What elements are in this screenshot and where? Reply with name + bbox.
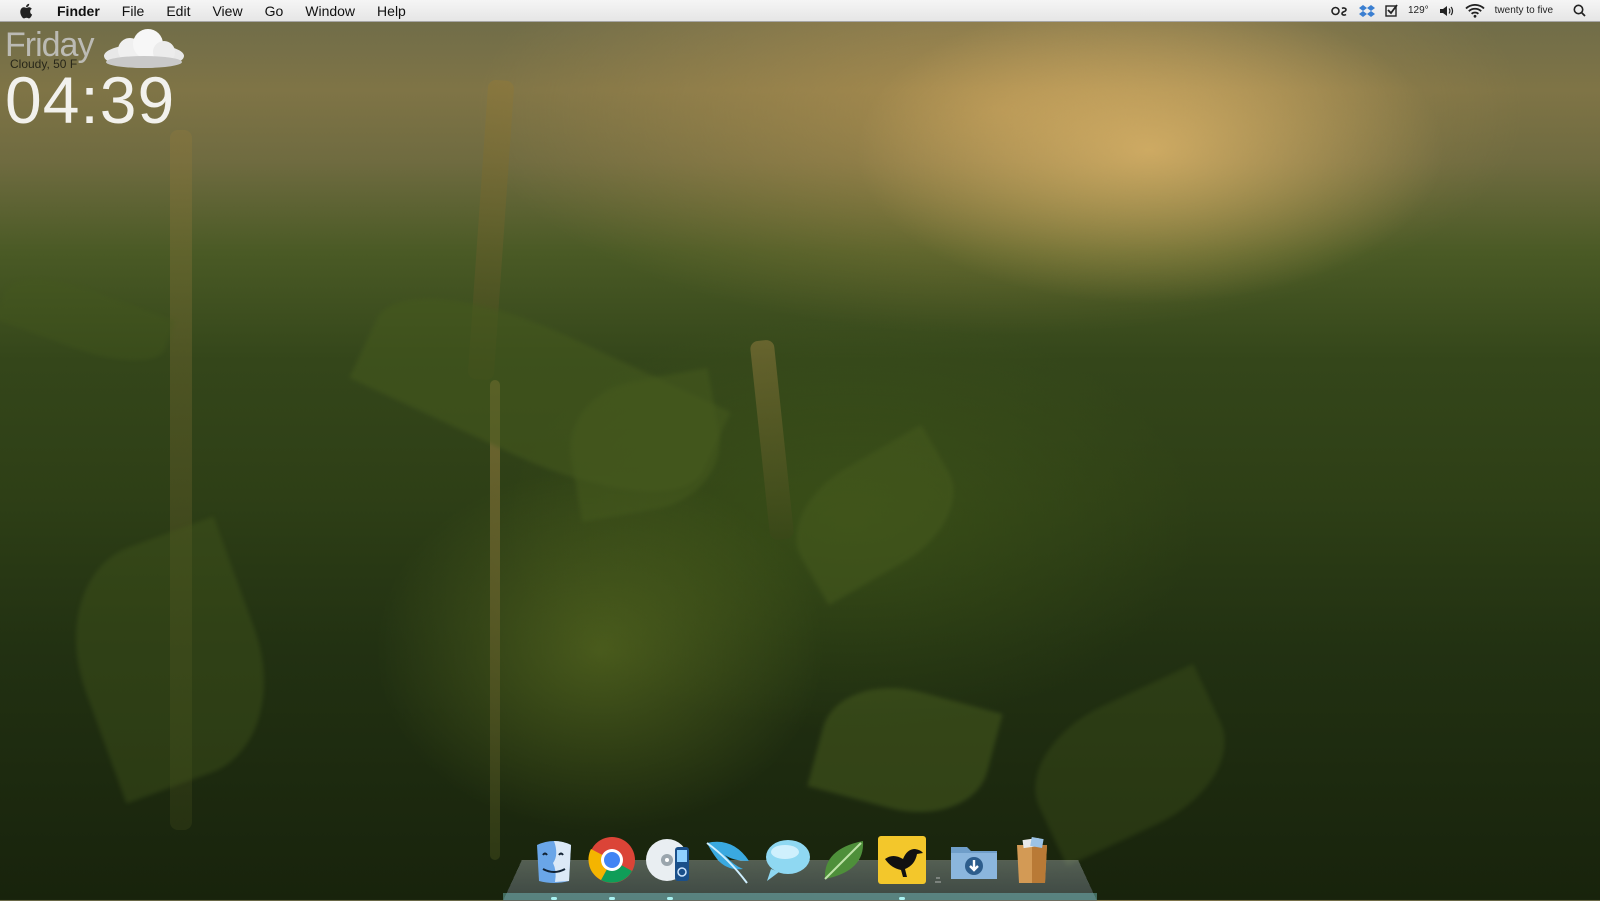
feather-icon	[703, 835, 753, 890]
dock-messages[interactable]	[760, 836, 812, 888]
dock-finder[interactable]	[528, 835, 580, 900]
dock-bird-app[interactable]	[876, 835, 928, 900]
dock-downloads[interactable]	[948, 836, 1000, 888]
dock-trash[interactable]	[1006, 836, 1058, 888]
dock-chrome[interactable]	[586, 835, 638, 900]
widget-time: 04:39	[5, 63, 176, 137]
menu-edit[interactable]: Edit	[155, 0, 201, 22]
leaf-icon	[819, 835, 869, 890]
wifi-icon[interactable]	[1465, 0, 1485, 22]
finder-icon	[529, 835, 579, 890]
dock-feather-app[interactable]	[702, 836, 754, 888]
temperature-readout[interactable]: 129°	[1408, 0, 1429, 22]
downloads-folder-icon	[949, 835, 999, 890]
menu-bar: Finder File Edit View Go Window Help 129…	[0, 0, 1600, 22]
menu-view[interactable]: View	[201, 0, 253, 22]
spotlight-search-icon[interactable]	[1573, 0, 1586, 22]
dock-shelf	[503, 893, 1097, 900]
weather-clock-widget: Friday Cloudy, 50 F 04:39	[5, 26, 205, 137]
menu-go[interactable]: Go	[254, 0, 295, 22]
dock	[528, 828, 1058, 900]
trash-icon	[1007, 835, 1057, 890]
chrome-icon	[587, 835, 637, 890]
dropbox-icon[interactable]	[1358, 0, 1375, 22]
messages-bubble-icon	[761, 835, 811, 890]
bird-icon	[877, 835, 927, 890]
menu-window[interactable]: Window	[294, 0, 366, 22]
menu-help[interactable]: Help	[366, 0, 417, 22]
checklist-icon[interactable]	[1385, 0, 1398, 22]
volume-icon[interactable]	[1439, 0, 1455, 22]
apple-menu-icon[interactable]	[16, 3, 36, 19]
status-area: 129° twenty to five	[1331, 0, 1600, 22]
menu-app-finder[interactable]: Finder	[46, 0, 111, 22]
dock-itunes[interactable]	[644, 835, 696, 900]
dock-separator[interactable]	[934, 838, 942, 888]
clock-text[interactable]: twenty to five	[1495, 0, 1553, 22]
dock-leaf-app[interactable]	[818, 836, 870, 888]
menu-file[interactable]: File	[111, 0, 156, 22]
itunes-icon	[645, 835, 695, 890]
lastfm-icon[interactable]	[1331, 0, 1349, 22]
